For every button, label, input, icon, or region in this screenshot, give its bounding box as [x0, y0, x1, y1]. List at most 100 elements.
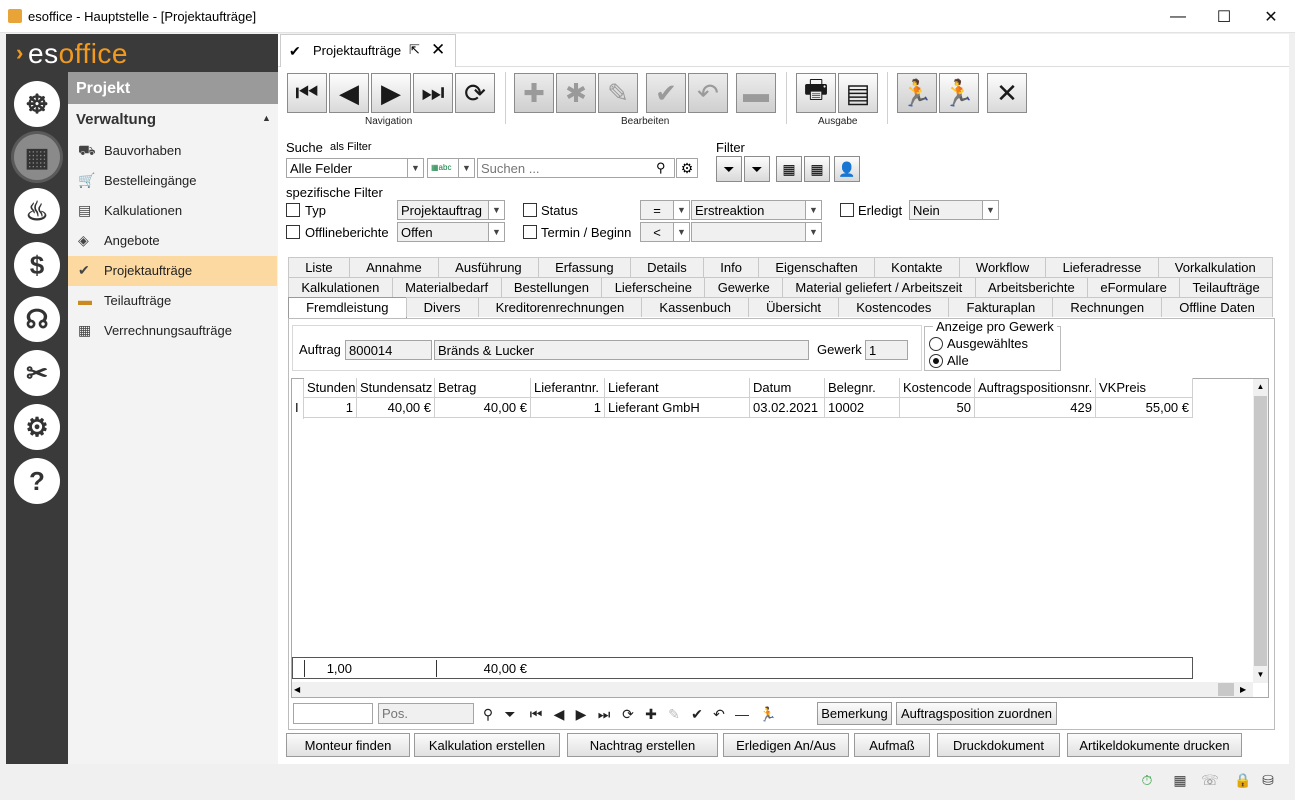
chevron-down-icon[interactable]: ▼ — [408, 158, 424, 178]
vertical-scrollbar[interactable]: ▲ ▼ — [1253, 379, 1268, 683]
tab-annahme[interactable]: Annahme — [348, 257, 439, 277]
runner-button[interactable]: 🏃 — [939, 73, 979, 113]
erledigt-select[interactable]: Nein — [909, 200, 983, 220]
tab-bestellungen[interactable]: Bestellungen — [500, 277, 603, 297]
phone-icon[interactable]: ☏ — [1200, 770, 1220, 790]
radio-alle[interactable] — [929, 354, 943, 368]
column-header[interactable]: Auftragspositionsnr. — [975, 378, 1096, 398]
column-header[interactable]: Lieferantnr. — [531, 378, 605, 398]
nav-item-projektauftraege[interactable]: ✔ Projektaufträge — [68, 256, 277, 286]
chevron-down-icon[interactable]: ▼ — [674, 200, 690, 220]
column-header[interactable]: Stundensatz — [357, 378, 435, 398]
column-header[interactable]: Belegnr. — [825, 378, 900, 398]
user-filter-icon[interactable]: 👤 — [834, 156, 860, 182]
last-record-button[interactable]: ⏭ — [413, 73, 453, 113]
multi-filter-icon[interactable]: ▦ — [804, 156, 830, 182]
chevron-down-icon[interactable]: ▼ — [806, 200, 822, 220]
column-header[interactable]: Kostencode — [900, 378, 975, 398]
abc-filter-select[interactable]: ▦abc — [427, 158, 459, 178]
kalkulation-erstellen-button[interactable]: Kalkulation erstellen — [414, 733, 560, 757]
pos-input[interactable] — [378, 703, 474, 724]
chevron-down-icon[interactable]: ▼ — [459, 158, 475, 178]
first-record-button[interactable]: ⏮ — [287, 73, 327, 113]
column-header[interactable]: Betrag — [435, 378, 531, 398]
termin-operator-select[interactable]: < — [640, 222, 674, 242]
tab-kontakte[interactable]: Kontakte — [873, 257, 960, 277]
horizontal-scrollbar[interactable]: ◀ ▶ — [292, 682, 1253, 697]
delete-button[interactable]: ▬ — [736, 73, 776, 113]
previous-record-button[interactable]: ◀ — [329, 73, 369, 113]
next-icon[interactable]: ▶ — [571, 704, 591, 724]
document-tab[interactable]: ✔ Projektaufträge ⇱ ✕ — [280, 34, 456, 67]
scroll-thumb[interactable] — [1218, 683, 1234, 696]
refresh-button[interactable]: ⟳ — [455, 73, 495, 113]
first-icon[interactable]: ⏮ — [526, 704, 546, 724]
lock-icon[interactable]: 🔒 — [1233, 770, 1253, 790]
artikeldokumente-drucken-button[interactable]: Artikeldokumente drucken — [1067, 733, 1242, 757]
search-icon[interactable]: ⚲ — [656, 160, 666, 176]
building-filter-icon[interactable]: ▦ — [776, 156, 802, 182]
tab-ausfuehrung[interactable]: Ausführung — [437, 257, 539, 277]
close-record-button[interactable]: ✕ — [987, 73, 1027, 113]
erledigen-button[interactable]: Erledigen An/Aus — [723, 733, 849, 757]
typ-select[interactable]: Projektauftrag — [397, 200, 489, 220]
nav-item-bauvorhaben[interactable]: ⛟ Bauvorhaben — [68, 136, 277, 166]
chevron-down-icon[interactable]: ▼ — [674, 222, 690, 242]
add-icon[interactable]: ✚ — [641, 704, 661, 724]
offline-select[interactable]: Offen — [397, 222, 489, 242]
tab-lieferadresse[interactable]: Lieferadresse — [1045, 257, 1159, 277]
druckdokument-button[interactable]: Druckdokument — [937, 733, 1060, 757]
tab-fakturaplan[interactable]: Fakturaplan — [948, 297, 1054, 317]
tab-teilauftraege[interactable]: Teilaufträge — [1179, 277, 1274, 297]
runner-icon[interactable]: 🏃 — [758, 704, 778, 724]
auftragsposition-zuordnen-button[interactable]: Auftragsposition zuordnen — [896, 702, 1057, 725]
refresh-icon[interactable]: ⟳ — [618, 704, 638, 724]
nav-item-kalkulationen[interactable]: ▤ Kalkulationen — [68, 196, 277, 226]
tab-workflow[interactable]: Workflow — [958, 257, 1047, 277]
tab-material-geliefert[interactable]: Material geliefert / Arbeitszeit — [782, 277, 976, 297]
column-header[interactable]: Stunden — [304, 378, 357, 398]
table-cell[interactable]: 10002 — [825, 398, 900, 418]
next-record-button[interactable]: ▶ — [371, 73, 411, 113]
table-cell[interactable]: 40,00 € — [357, 398, 435, 418]
money-icon[interactable]: $ — [14, 242, 60, 288]
status-operator-select[interactable]: = — [640, 200, 674, 220]
table-cell[interactable]: 1 — [304, 398, 357, 418]
monteur-finden-button[interactable]: Monteur finden — [286, 733, 410, 757]
undo-button[interactable]: ↶ — [688, 73, 728, 113]
close-tab-icon[interactable]: ✕ — [431, 40, 445, 60]
chevron-down-icon[interactable]: ▼ — [806, 222, 822, 242]
scroll-thumb[interactable] — [1254, 396, 1267, 666]
status-select[interactable]: Erstreaktion — [691, 200, 806, 220]
popout-icon[interactable]: ⇱ — [409, 42, 420, 58]
tab-fremdleistung[interactable]: Fremdleistung — [288, 297, 407, 319]
tools-icon[interactable]: ✂ — [14, 350, 60, 396]
building-icon[interactable]: ▦ — [1170, 770, 1190, 790]
tab-gewerke[interactable]: Gewerke — [704, 277, 784, 297]
runner-gray-button[interactable]: 🏃 — [897, 73, 937, 113]
tab-info[interactable]: Info — [703, 257, 760, 277]
tab-uebersicht[interactable]: Übersicht — [748, 297, 840, 317]
last-icon[interactable]: ⏭ — [594, 704, 614, 724]
tab-rechnungen[interactable]: Rechnungen — [1052, 297, 1163, 317]
tab-arbeitsberichte[interactable]: Arbeitsberichte — [974, 277, 1089, 297]
print-button[interactable]: 🖶 — [796, 73, 836, 113]
typ-checkbox[interactable] — [286, 203, 300, 217]
filter-check-icon[interactable]: ⏷ — [744, 156, 770, 182]
tab-details[interactable]: Details — [629, 257, 705, 277]
tab-materialbedarf[interactable]: Materialbedarf — [391, 277, 502, 297]
headset-icon[interactable]: ☊ — [14, 296, 60, 342]
grid-quick-input[interactable] — [293, 703, 373, 724]
project-icon[interactable]: ▦ — [14, 134, 60, 180]
check-icon[interactable]: ✔ — [687, 704, 707, 724]
save-button[interactable]: ✔ — [646, 73, 686, 113]
table-cell[interactable]: Lieferant GmbH — [605, 398, 750, 418]
column-header[interactable]: VKPreis — [1096, 378, 1193, 398]
chevron-down-icon[interactable]: ▼ — [983, 200, 999, 220]
nav-section-verwaltung[interactable]: Verwaltung ▲ — [76, 111, 271, 128]
tab-kalkulationen[interactable]: Kalkulationen — [288, 277, 393, 297]
search-icon[interactable]: ⚲ — [478, 704, 498, 724]
alarm-icon[interactable]: ♨ — [14, 188, 60, 234]
chevron-down-icon[interactable]: ▼ — [489, 200, 505, 220]
print-document-button[interactable]: ▤ — [838, 73, 878, 113]
